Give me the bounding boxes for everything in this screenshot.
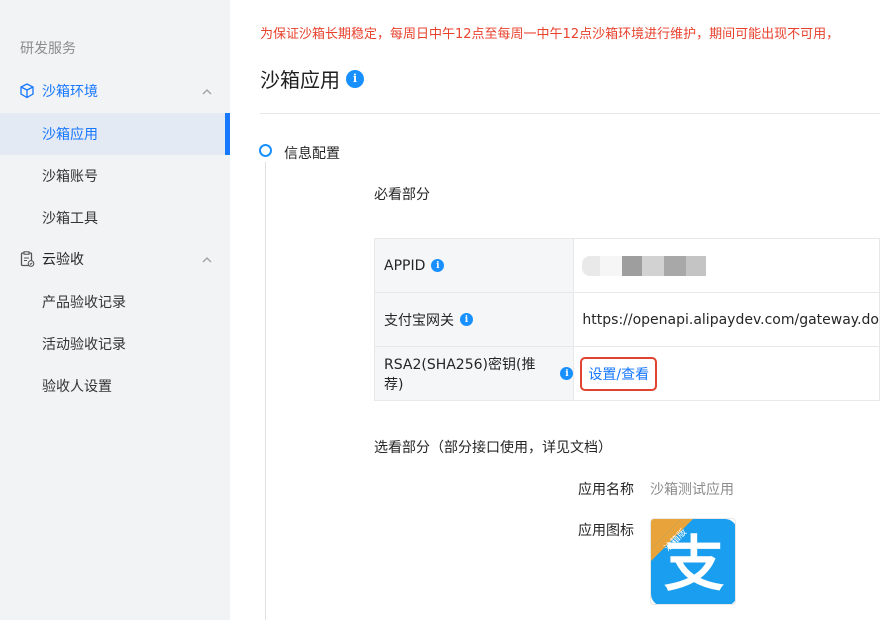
table-label-cell: 支付宝网关 i — [373, 292, 575, 347]
sidebar-item-acceptor-settings[interactable]: 验收人设置 — [0, 365, 230, 407]
info-icon[interactable]: i — [346, 69, 364, 88]
page-title: 沙箱应用 i — [260, 64, 364, 93]
rsa-key-settings-link[interactable]: 设置/查看 — [580, 356, 658, 391]
app-info-table: APPID i 支付宝网关 i https://openapi.alipayde… — [373, 238, 880, 401]
clipboard-check-icon — [18, 250, 36, 268]
sidebar-item-label: 产品验收记录 — [42, 295, 126, 311]
table-label-cell: RSA2(SHA256)密钥(推荐) i — [373, 346, 575, 401]
app-name-label: 应用名称 — [578, 482, 634, 498]
app-icon-glyph: 支 — [664, 530, 724, 600]
step-line — [265, 162, 266, 620]
chevron-up-icon — [202, 253, 212, 263]
appid-label: APPID — [384, 257, 426, 274]
required-section-title: 必看部分 — [374, 187, 430, 203]
gateway-value: https://openapi.alipaydev.com/gateway.do — [573, 292, 880, 347]
sidebar-item-activity-acceptance[interactable]: 活动验收记录 — [0, 323, 230, 365]
sidebar-group-sandbox[interactable]: 沙箱环境 — [0, 70, 230, 112]
cube-icon — [18, 82, 36, 100]
sidebar-section-label: 研发服务 — [20, 41, 76, 57]
sidebar-group-cloud-acceptance[interactable]: 云验收 — [0, 238, 230, 280]
app-name-value: 沙箱测试应用 — [650, 482, 734, 498]
rsa-key-label: RSA2(SHA256)密钥(推荐) — [384, 356, 536, 393]
step-dot — [259, 144, 272, 157]
table-label-cell: APPID i — [373, 238, 575, 293]
sidebar-item-sandbox-tools[interactable]: 沙箱工具 — [0, 197, 230, 239]
page-title-text: 沙箱应用 — [260, 68, 340, 92]
sidebar: 研发服务 沙箱环境 沙箱应用 沙箱账号 沙箱工具 云验收 产品验收记录 活动验收… — [0, 0, 230, 620]
sidebar-item-label: 沙箱账号 — [42, 169, 98, 185]
optional-section-title: 选看部分（部分接口使用，详见文档） — [374, 440, 612, 456]
sidebar-item-label: 沙箱应用 — [42, 127, 98, 143]
info-icon[interactable]: i — [431, 259, 445, 272]
table-row: 支付宝网关 i https://openapi.alipaydev.com/ga… — [373, 292, 880, 347]
step-title: 信息配置 — [284, 146, 340, 162]
appid-value-redacted — [582, 255, 879, 276]
app-icon: 沙箱版 支 — [650, 518, 736, 605]
table-row: RSA2(SHA256)密钥(推荐) i 设置/查看 — [373, 346, 880, 401]
sidebar-item-product-acceptance[interactable]: 产品验收记录 — [0, 281, 230, 323]
sidebar-group-label: 沙箱环境 — [42, 84, 98, 100]
table-value-cell: 设置/查看 — [573, 346, 880, 401]
divider — [260, 113, 880, 114]
table-row: APPID i — [373, 238, 880, 293]
sidebar-item-label: 验收人设置 — [42, 379, 112, 395]
info-icon[interactable]: i — [560, 367, 574, 380]
table-value-cell — [573, 238, 880, 293]
chevron-up-icon — [202, 85, 212, 95]
sidebar-item-label: 沙箱工具 — [42, 211, 98, 227]
info-icon[interactable]: i — [460, 313, 473, 326]
maintenance-notice: 为保证沙箱长期稳定，每周日中午12点至每周一中午12点沙箱环境进行维护，期间可能… — [260, 27, 840, 42]
app-icon-label: 应用图标 — [578, 523, 634, 539]
sidebar-item-sandbox-app[interactable]: 沙箱应用 — [0, 113, 230, 155]
sidebar-group-label: 云验收 — [42, 252, 84, 268]
gateway-label: 支付宝网关 — [384, 312, 454, 329]
sidebar-item-sandbox-account[interactable]: 沙箱账号 — [0, 155, 230, 197]
sidebar-item-label: 活动验收记录 — [42, 337, 126, 353]
